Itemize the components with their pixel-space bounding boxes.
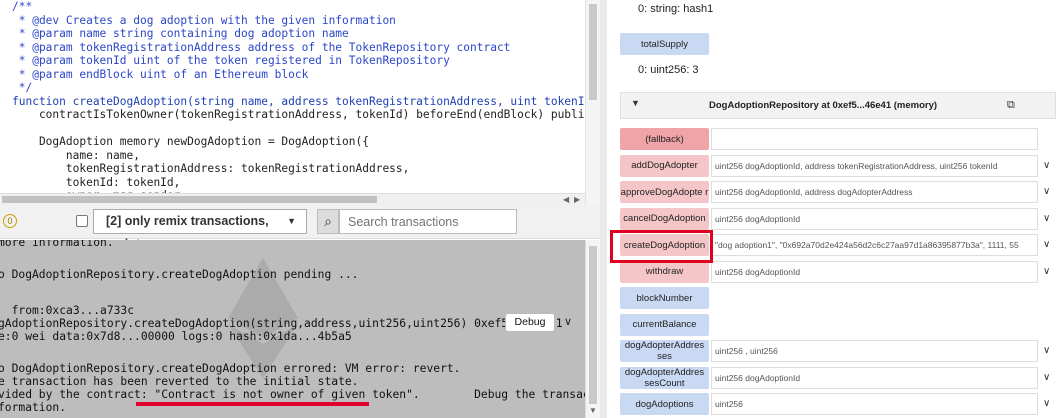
- code-line: contractIsTokenOwner(tokenRegistrationAd…: [12, 108, 585, 121]
- code-line: tokenRegistrationAddress: tokenRegistrat…: [12, 162, 410, 175]
- terminal-line: o DogAdoptionRepository.createDogAdoptio…: [0, 268, 359, 281]
- editor-vertical-scrollbar[interactable]: [585, 0, 600, 205]
- code-line: name: name,: [12, 148, 140, 162]
- search-icon[interactable]: ⌕: [317, 209, 339, 234]
- code-line: * @param tokenId uint of the token regis…: [12, 54, 450, 67]
- terminal-line: o DogAdoptionRepository.createDogAdoptio…: [0, 362, 461, 375]
- expand-chevron-icon[interactable]: ∨: [1043, 160, 1050, 171]
- debug-button[interactable]: Debug: [505, 313, 555, 332]
- expand-chevron-icon[interactable]: ∨: [1043, 398, 1050, 409]
- chevron-down-icon[interactable]: ∨: [564, 315, 572, 328]
- expand-chevron-icon[interactable]: ∨: [1043, 266, 1050, 277]
- addDogAdopter-button[interactable]: addDogAdopter: [620, 154, 709, 177]
- dogAdopterAddresses-input[interactable]: uint256 , uint256: [711, 340, 1038, 362]
- panel-divider[interactable]: [600, 0, 607, 418]
- terminal-line: e transaction has been reverted to the i…: [0, 375, 359, 388]
- dogAdoptions-button[interactable]: dogAdoptions: [620, 393, 709, 415]
- collapse-toggle-icon[interactable]: ▼: [631, 98, 640, 108]
- expand-chevron-icon[interactable]: ∨: [1043, 345, 1050, 356]
- expand-chevron-icon[interactable]: ∨: [1043, 372, 1050, 383]
- code-line: function createDogAdoption(string name, …: [12, 94, 585, 108]
- cancelDogAdoption-button[interactable]: cancelDogAdoption: [620, 207, 709, 230]
- deployed-contracts-panel: 0: string: hash1 totalSupply 0: uint256:…: [607, 0, 1056, 418]
- output-value: 0: string: hash1: [638, 3, 714, 15]
- copy-icon[interactable]: ⧉: [1007, 99, 1015, 112]
- pending-count-badge[interactable]: 0: [3, 214, 17, 228]
- scroll-down-arrow-icon[interactable]: ▼: [589, 406, 597, 415]
- caret-down-icon: ▼: [287, 216, 296, 226]
- code-line: * @param endBlock uint of an Ethereum bl…: [12, 67, 309, 81]
- withdraw-button[interactable]: withdraw: [620, 260, 709, 283]
- expand-chevron-icon[interactable]: ∨: [1043, 239, 1050, 250]
- transaction-filter-dropdown[interactable]: [2] only remix transactions, script ▼: [93, 209, 307, 251]
- currentBalance-button[interactable]: currentBalance: [620, 313, 709, 336]
- fallback-input[interactable]: [711, 128, 1038, 150]
- addDogAdopter-input[interactable]: uint256 dogAdoptionId, address tokenRegi…: [711, 154, 1038, 177]
- code-line: tokenId: tokenId,: [12, 175, 181, 189]
- cancelDogAdoption-input[interactable]: uint256 dogAdoptionId: [711, 207, 1038, 230]
- expand-chevron-icon[interactable]: ∨: [1043, 186, 1050, 197]
- code-line: DogAdoption memory newDogAdoption = DogA…: [12, 135, 369, 148]
- code-line: * @param tokenRegistrationAddress addres…: [12, 40, 511, 54]
- fallback-button[interactable]: (fallback): [620, 128, 709, 150]
- scrollbar-thumb[interactable]: [589, 246, 597, 404]
- code-lines: /** * @dev Creates a dog adoption with t…: [12, 0, 585, 203]
- dogAdopterAddressesCount-input[interactable]: uint256 dogAdoptionId: [711, 366, 1038, 389]
- code-editor[interactable]: /** * @dev Creates a dog adoption with t…: [0, 0, 585, 205]
- code-line: */: [12, 81, 33, 94]
- terminal-line: vided by the contract: "Contract is not …: [0, 388, 585, 401]
- listen-transactions-checkbox[interactable]: [76, 215, 88, 227]
- createDogAdoption-input[interactable]: "dog adoption1", "0x692a70d2e424a56d2c6c…: [711, 234, 1038, 256]
- editor-horizontal-scrollbar[interactable]: ◀ ▶: [0, 193, 585, 205]
- terminal-scrollbar[interactable]: ▼: [585, 240, 600, 418]
- total-supply-output: 0: uint256: 3: [638, 64, 699, 76]
- totalSupply-button[interactable]: totalSupply: [620, 33, 709, 55]
- expand-chevron-icon[interactable]: ∨: [1043, 213, 1050, 224]
- code-line: * @dev Creates a dog adoption with the g…: [12, 13, 396, 27]
- red-underline-annotation: [136, 402, 369, 406]
- contract-title: DogAdoptionRepository at 0xef5...46e41 (…: [709, 100, 938, 111]
- code-line: * @param name string containing dog adop…: [12, 27, 349, 40]
- terminal-line: more information.: [0, 240, 114, 249]
- terminal-toolbar: 0 [2] only remix transactions, script ▼ …: [0, 205, 600, 251]
- approveDogAdopter-button[interactable]: approveDogAdopte r: [620, 181, 709, 203]
- terminal-line: formation.: [0, 401, 67, 414]
- approveDogAdopter-input[interactable]: uint256 dogAdoptionId, address dogAdopte…: [711, 181, 1038, 203]
- withdraw-input[interactable]: uint256 dogAdoptionId: [711, 260, 1038, 283]
- scrollbar-thumb[interactable]: [589, 4, 597, 100]
- red-highlight-box: [610, 230, 713, 263]
- search-transactions-input[interactable]: [339, 209, 517, 234]
- terminal-line: e:0 wei data:0x7d8...00000 logs:0 hash:0…: [0, 330, 352, 343]
- blockNumber-button[interactable]: blockNumber: [620, 287, 709, 309]
- code-line: /**: [12, 0, 33, 13]
- contract-instance-header[interactable]: ▼ DogAdoptionRepository at 0xef5...46e41…: [620, 92, 1056, 119]
- scrollbar-thumb[interactable]: [2, 196, 377, 203]
- dogAdoptions-input[interactable]: uint256: [711, 393, 1038, 415]
- dogAdopterAddresses-button[interactable]: dogAdopterAddres ses: [620, 340, 709, 362]
- dogAdopterAddressesCount-button[interactable]: dogAdopterAddres sesCount: [620, 366, 709, 389]
- terminal-line: from:0xca3...a733c: [0, 304, 135, 317]
- terminal-line: gAdoptionRepository.createDogAdoption(st…: [0, 317, 563, 330]
- terminal-output: more information. o DogAdoptionRepository…: [0, 240, 585, 418]
